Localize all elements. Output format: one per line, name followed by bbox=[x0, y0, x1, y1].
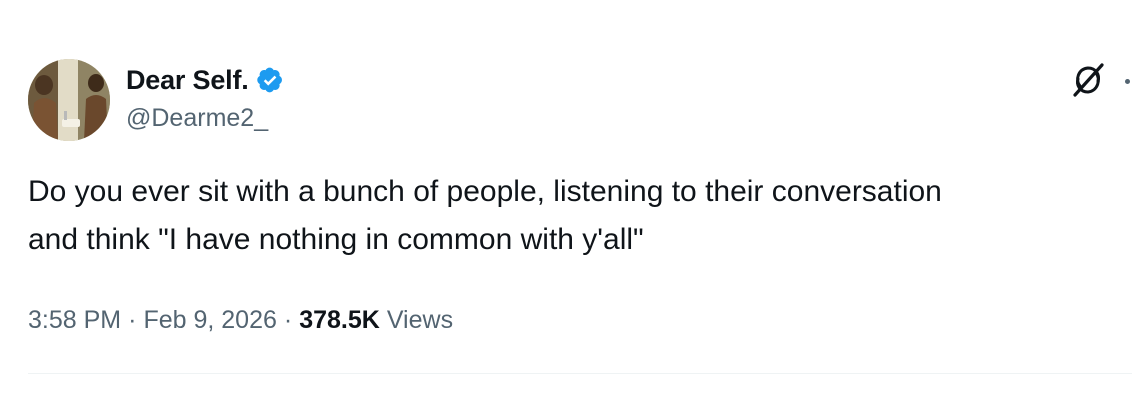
meta-separator: · bbox=[283, 305, 293, 334]
divider bbox=[28, 373, 1132, 374]
views-count[interactable]: 378.5K bbox=[299, 306, 380, 335]
tweet-card: Dear Self. @Dearme2_ Do you ever sit wit… bbox=[0, 0, 1132, 398]
verified-badge-icon[interactable] bbox=[256, 66, 284, 94]
tweet-date[interactable]: Feb 9, 2026 bbox=[143, 306, 276, 335]
avatar-photo bbox=[28, 59, 110, 141]
views-label: Views bbox=[386, 305, 454, 334]
tweet-time[interactable]: 3:58 PM bbox=[28, 306, 121, 335]
more-icon bbox=[1125, 79, 1130, 84]
user-info: Dear Self. @Dearme2_ bbox=[126, 62, 284, 133]
tweet-text: Do you ever sit with a bunch of people, … bbox=[28, 175, 942, 256]
avatar[interactable] bbox=[28, 59, 110, 141]
display-name[interactable]: Dear Self. bbox=[126, 65, 249, 96]
meta-separator: · bbox=[128, 305, 137, 334]
more-options-button[interactable] bbox=[1118, 70, 1132, 94]
name-row: Dear Self. bbox=[126, 62, 284, 98]
grok-button[interactable] bbox=[1066, 58, 1110, 102]
grok-icon bbox=[1073, 63, 1104, 97]
user-handle[interactable]: @Dearme2_ bbox=[126, 104, 284, 133]
tweet-meta: 3:58 PM · Feb 9, 2026 · 378.5K Views bbox=[28, 300, 453, 340]
